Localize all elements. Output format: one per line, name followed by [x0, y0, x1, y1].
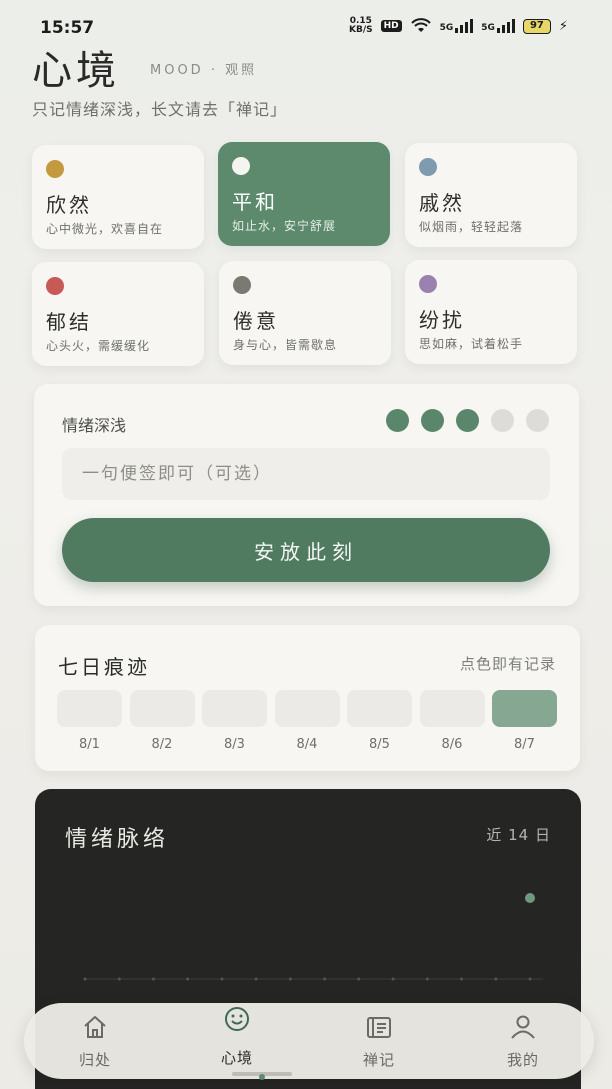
chart-tick-mark	[425, 977, 429, 981]
bottom-nav: 归处 心境 禅记 我的	[24, 1003, 594, 1080]
intensity-selector	[386, 409, 549, 432]
chart-tick-mark	[186, 977, 190, 981]
nav-label: 禅记	[362, 1051, 395, 1069]
journal-icon	[367, 1017, 391, 1038]
mood-color-dot	[232, 157, 250, 175]
day-color-block	[274, 690, 340, 727]
wifi-icon	[410, 18, 431, 32]
chart-tick-mark	[254, 977, 258, 981]
intensity-dot[interactable]	[421, 409, 444, 432]
nav-label: 归处	[78, 1051, 111, 1069]
status-icons: 0.15 KB/S HD 5G 5G 97 ⚡	[349, 17, 568, 35]
mood-description: 身与心，皆需歇息	[233, 338, 338, 352]
day-color-block	[419, 690, 485, 727]
day-cell[interactable]: 8/3	[202, 690, 267, 752]
mood-card[interactable]: 平和如止水，安宁舒展	[218, 142, 390, 246]
chart-tick-mark	[460, 977, 464, 981]
mood-card[interactable]: 郁结心头火，需缓缓化	[32, 262, 204, 366]
chart-tick-mark	[151, 977, 155, 981]
signal-icon-2: 5G	[481, 19, 515, 33]
seven-day-hint: 点色即有记录	[459, 655, 556, 673]
note-input[interactable]	[62, 448, 550, 500]
day-cell[interactable]: 8/1	[57, 690, 122, 752]
chart-tick-mark	[494, 977, 498, 981]
day-cell[interactable]: 8/5	[347, 690, 412, 752]
page-subtitle: MOOD · 观照	[150, 63, 258, 78]
intensity-card: 情绪深浅 安放此刻	[34, 384, 579, 606]
mood-name: 倦意	[233, 309, 279, 333]
mood-color-dot	[46, 277, 64, 295]
charging-icon: ⚡	[558, 18, 568, 34]
intensity-dot[interactable]	[526, 409, 549, 432]
intensity-dot[interactable]	[491, 409, 514, 432]
status-time: 15:57	[40, 18, 95, 38]
chart-tick-mark	[288, 977, 292, 981]
day-label: 8/5	[369, 737, 390, 752]
nav-item[interactable]: 归处	[24, 1003, 166, 1079]
mood-description: 心中微光，欢喜自在	[46, 222, 164, 236]
user-icon	[511, 1015, 535, 1039]
mood-description: 思如麻，试着松手	[419, 337, 524, 351]
intensity-label: 情绪深浅	[62, 416, 127, 435]
network-speed: 0.15 KB/S	[349, 16, 373, 35]
mood-card[interactable]: 倦意身与心，皆需歇息	[219, 261, 391, 365]
chart-tick-mark	[220, 977, 224, 981]
smile-icon	[225, 1007, 249, 1031]
mood-name: 欣然	[46, 193, 92, 217]
mood-name: 郁结	[46, 310, 92, 334]
page-title: 心境	[32, 48, 120, 94]
save-moment-button[interactable]: 安放此刻	[62, 518, 550, 582]
day-color-block	[57, 690, 122, 727]
day-cell[interactable]: 8/2	[129, 690, 195, 752]
seven-day-title: 七日痕迹	[58, 655, 150, 679]
day-label: 8/3	[224, 737, 245, 752]
mood-description: 心头火，需缓缓化	[46, 339, 151, 353]
battery-icon: 97	[522, 18, 551, 34]
day-label: 8/4	[296, 737, 318, 752]
chart-tick-mark	[391, 977, 395, 981]
day-color-block	[347, 690, 412, 727]
intensity-dot[interactable]	[386, 409, 409, 432]
mood-color-dot	[46, 160, 64, 178]
mood-card[interactable]: 欣然心中微光，欢喜自在	[32, 145, 204, 249]
nav-item[interactable]: 禅记	[308, 1003, 450, 1079]
mood-description: 似烟雨，轻轻起落	[419, 220, 524, 234]
chart-tick-mark	[528, 977, 532, 981]
day-cell[interactable]: 8/7	[492, 690, 557, 752]
mood-name: 戚然	[419, 191, 465, 215]
mood-color-dot	[233, 276, 251, 294]
day-color-block	[492, 690, 557, 727]
mood-name: 平和	[232, 190, 278, 214]
day-label: 8/7	[514, 737, 535, 752]
mood-name: 纷扰	[419, 308, 465, 332]
day-cell[interactable]: 8/4	[274, 690, 340, 752]
chart-tick-mark	[83, 977, 87, 981]
day-cell[interactable]: 8/6	[419, 690, 485, 752]
day-label: 8/2	[151, 737, 173, 752]
mood-color-dot	[419, 275, 437, 293]
page-tagline: 只记情绪深浅，长文请去「禅记」	[32, 100, 288, 119]
day-strip: 8/1 8/2 8/3 8/4 8/5 8/6 8/7	[57, 690, 557, 752]
nav-item[interactable]: 我的	[452, 1003, 594, 1079]
signal-icon-1: 5G	[440, 19, 474, 33]
day-color-block	[202, 690, 267, 727]
mood-description: 如止水，安宁舒展	[232, 219, 337, 233]
mood-card[interactable]: 戚然似烟雨，轻轻起落	[405, 143, 577, 247]
day-color-block	[129, 690, 195, 727]
day-label: 8/1	[79, 737, 100, 752]
nav-label: 心境	[220, 1049, 253, 1067]
nav-item[interactable]: 心境	[166, 1003, 308, 1079]
nav-label: 我的	[506, 1051, 539, 1069]
chart-data-point[interactable]	[525, 893, 535, 903]
hd-icon: HD	[380, 20, 402, 32]
mood-color-dot	[419, 158, 437, 176]
day-label: 8/6	[441, 737, 463, 752]
seven-day-card: 七日痕迹 点色即有记录 8/1 8/2 8/3 8/4 8/5 8/6 8/7	[35, 625, 580, 771]
chart-tick-mark	[117, 977, 121, 981]
chart-tick-mark	[357, 977, 361, 981]
chart-tick-mark	[323, 977, 327, 981]
mood-card[interactable]: 纷扰思如麻，试着松手	[405, 260, 577, 364]
home-icon	[84, 1016, 106, 1038]
intensity-dot[interactable]	[456, 409, 479, 432]
